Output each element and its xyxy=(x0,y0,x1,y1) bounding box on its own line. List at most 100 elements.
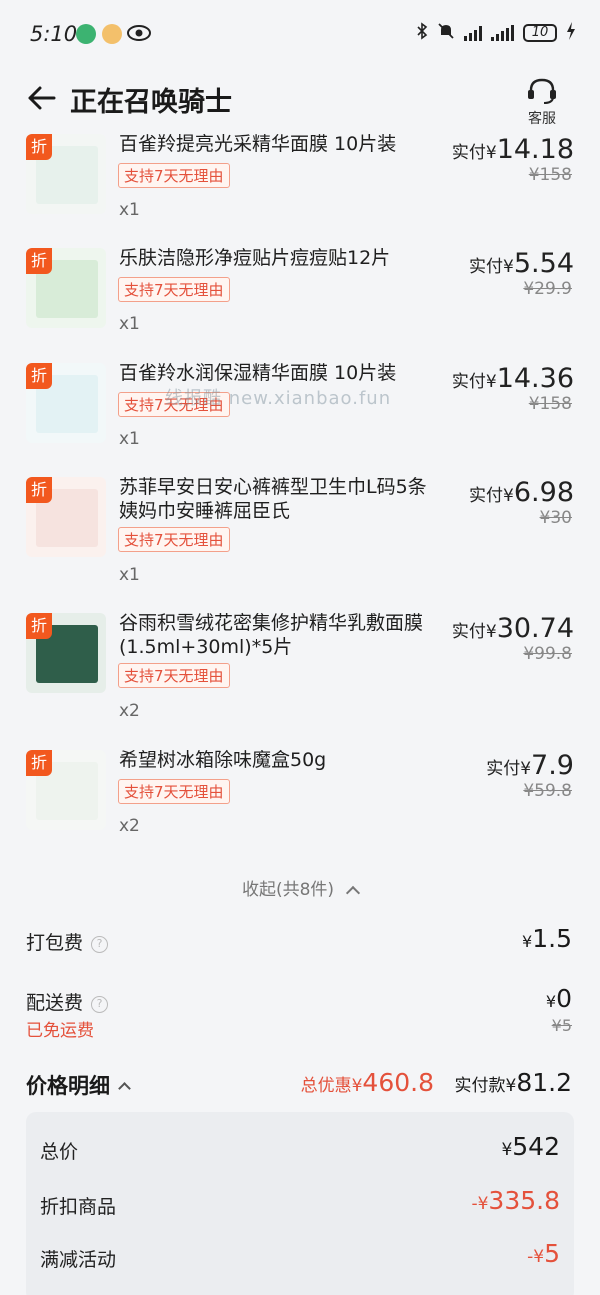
currency-symbol: ¥ xyxy=(520,759,532,779)
delivery-fee-label: 配送费? xyxy=(26,988,109,1015)
status-bar: 5:10 10 xyxy=(0,0,600,70)
product-quantity: x1 xyxy=(119,429,140,449)
paid-amount: 7.9 xyxy=(531,750,574,781)
original-price: ¥99.8 xyxy=(523,644,572,664)
product-image: 折 xyxy=(26,363,106,443)
product-image: 折 xyxy=(26,248,106,328)
return-policy-tag: 支持7天无理由 xyxy=(118,663,230,688)
product-image: 折 xyxy=(26,750,106,830)
paid-label: 实付 xyxy=(451,622,486,642)
free-shipping-note: 已免运费 xyxy=(26,1021,94,1041)
customer-service-button[interactable]: 客服 xyxy=(524,76,560,128)
original-price: ¥158 xyxy=(528,394,572,414)
original-price: ¥59.8 xyxy=(523,781,572,801)
paid-price: 实付¥6.98 xyxy=(469,477,574,508)
price-detail-toggle[interactable]: 价格明细 xyxy=(26,1070,131,1100)
price-detail-title: 价格明细 xyxy=(26,1074,110,1098)
top-bar: 正在召唤骑士 客服 xyxy=(0,70,600,132)
paid-price: 实付¥14.18 xyxy=(452,134,574,165)
paid-label: 实付 xyxy=(451,143,486,163)
discount-badge: 折 xyxy=(26,248,52,274)
eye-icon xyxy=(126,23,152,47)
discount-badge: 折 xyxy=(26,613,52,639)
currency-symbol: ¥ xyxy=(351,1076,363,1096)
help-icon[interactable]: ? xyxy=(91,996,109,1013)
currency-symbol: ¥ xyxy=(505,1076,517,1096)
product-name: 乐肤洁隐形净痘贴片痘痘贴12片 xyxy=(119,247,391,269)
product-quantity: x2 xyxy=(119,701,140,721)
paid-label: 实付 xyxy=(451,372,486,392)
paid-price: 实付¥30.74 xyxy=(452,613,574,644)
paid-amount: 14.18 xyxy=(496,134,574,165)
currency-symbol: ¥ xyxy=(545,992,557,1011)
discount-badge: 折 xyxy=(26,363,52,389)
currency-symbol: ¥ xyxy=(485,143,497,163)
breakdown-amount: 542 xyxy=(512,1132,560,1161)
bluetooth-icon xyxy=(416,22,428,44)
signal-icon-2 xyxy=(491,25,514,41)
product-quantity: x1 xyxy=(119,565,140,585)
status-time: 5:10 xyxy=(30,22,78,46)
discount-badge: 折 xyxy=(26,750,52,776)
breakdown-row-value: ¥542 xyxy=(501,1132,560,1161)
currency-symbol: ¥ xyxy=(503,257,514,277)
back-arrow-icon[interactable] xyxy=(26,82,58,114)
product-image: 折 xyxy=(26,477,106,557)
currency-symbol: ¥ xyxy=(485,372,497,392)
paid-label: 实付 xyxy=(486,759,521,779)
customer-service-label: 客服 xyxy=(528,111,556,127)
discount-badge: 折 xyxy=(26,477,52,503)
original-price: ¥30 xyxy=(539,508,572,528)
delivery-fee-amount: ¥0 xyxy=(546,984,572,1013)
collapse-label: 收起(共8件) xyxy=(241,880,335,900)
charging-icon xyxy=(566,22,576,44)
breakdown-amount: 335.8 xyxy=(488,1186,560,1215)
original-price: ¥29.9 xyxy=(523,279,572,299)
discount-badge: 折 xyxy=(26,134,52,160)
packing-fee-value: 1.5 xyxy=(532,924,572,953)
paid-amount: 6.98 xyxy=(513,477,574,508)
product-name: 希望树冰箱除味魔盒50g xyxy=(119,749,327,771)
help-icon[interactable]: ? xyxy=(91,936,109,953)
breakdown-amount: 5 xyxy=(544,1239,560,1268)
actual-payment-amount: 81.2 xyxy=(516,1068,572,1097)
total-discount-label: 总优惠 xyxy=(300,1076,352,1096)
packing-fee-amount: ¥1.5 xyxy=(522,924,572,953)
battery-icon: 10 xyxy=(523,24,557,42)
actual-payment: 实付款¥81.2 xyxy=(455,1068,573,1097)
original-price: ¥158 xyxy=(528,165,572,185)
breakdown-row-label: 满减活动 xyxy=(40,1249,117,1271)
page-title: 正在召唤骑士 xyxy=(70,87,232,118)
currency-symbol: -¥ xyxy=(471,1194,489,1214)
product-image: 折 xyxy=(26,613,106,693)
status-icons: 10 xyxy=(416,22,576,44)
notification-app-icon xyxy=(102,24,122,44)
paid-amount: 14.36 xyxy=(496,363,574,394)
product-quantity: x2 xyxy=(119,816,140,836)
product-quantity: x1 xyxy=(119,200,140,220)
breakdown-row-label: 总价 xyxy=(40,1141,79,1163)
paid-label: 实付 xyxy=(469,257,504,277)
product-quantity: x1 xyxy=(119,314,140,334)
product-image: 折 xyxy=(26,134,106,214)
delivery-fee-text: 配送费 xyxy=(26,992,84,1014)
return-policy-tag: 支持7天无理由 xyxy=(118,163,230,188)
collapse-items-button[interactable]: 收起(共8件) xyxy=(0,875,600,901)
mute-icon xyxy=(437,22,455,44)
delivery-original-price: ¥5 xyxy=(551,1016,572,1035)
currency-symbol: ¥ xyxy=(501,1140,513,1160)
price-breakdown-panel: 总价 ¥542 折扣商品 -¥335.8 满减活动 -¥5 xyxy=(26,1112,574,1295)
product-name: 苏菲早安日安心裤裤型卫生巾L码5条姨妈巾安睡裤屈臣氏 xyxy=(119,476,427,522)
currency-symbol: -¥ xyxy=(527,1247,545,1267)
paid-amount: 30.74 xyxy=(496,613,574,644)
delivery-fee-value: 0 xyxy=(556,984,572,1013)
breakdown-row-value: -¥5 xyxy=(527,1239,560,1268)
watermark: 线报酷 new.xianbao.fun xyxy=(165,388,392,409)
breakdown-row-value: -¥335.8 xyxy=(471,1186,560,1215)
return-policy-tag: 支持7天无理由 xyxy=(118,779,230,804)
total-discount-amount: 460.8 xyxy=(362,1068,434,1097)
total-discount: 总优惠¥460.8 xyxy=(301,1068,434,1097)
paid-amount: 5.54 xyxy=(513,248,574,279)
currency-symbol: ¥ xyxy=(503,486,514,506)
breakdown-row-label: 折扣商品 xyxy=(40,1196,117,1218)
